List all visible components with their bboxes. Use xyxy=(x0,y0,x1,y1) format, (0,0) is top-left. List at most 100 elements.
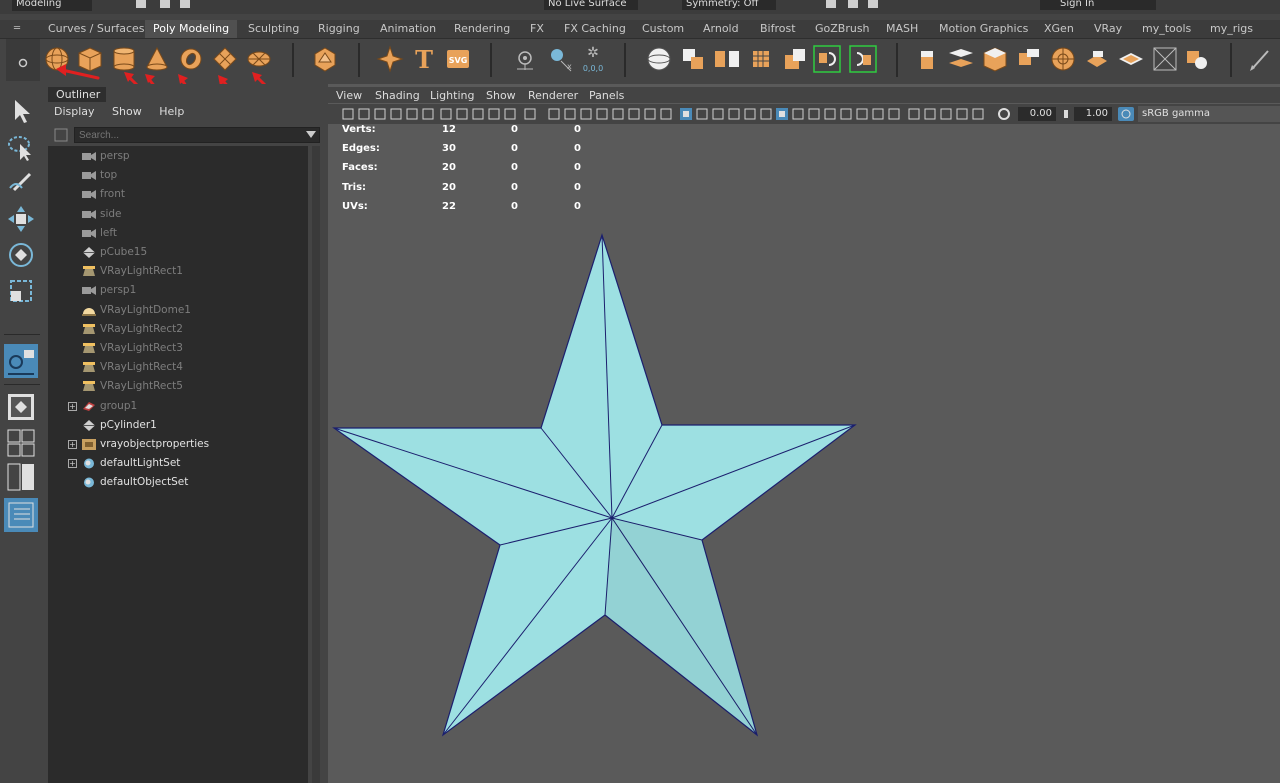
live-surface-field[interactable]: No Live Surface xyxy=(544,0,638,10)
filter-icon[interactable] xyxy=(54,128,68,142)
outliner-item[interactable]: VRayLightDome1 xyxy=(48,301,308,320)
outliner-item[interactable]: VRayLightRect2 xyxy=(48,320,308,339)
collapse-icon[interactable] xyxy=(1117,45,1145,73)
outliner-search-row xyxy=(50,127,320,145)
paint-select-icon[interactable] xyxy=(6,168,36,198)
outliner-search-input[interactable] xyxy=(74,127,320,143)
move-tool-icon[interactable] xyxy=(6,204,36,234)
viewport-panel[interactable]: View Shading Lighting Show Renderer Pane… xyxy=(328,84,1280,783)
expand-icon[interactable]: + xyxy=(68,401,77,411)
shelf-tab[interactable]: Rigging xyxy=(310,20,368,38)
conform-icon[interactable] xyxy=(849,45,877,73)
mesh-icon xyxy=(83,419,95,431)
star-shade xyxy=(605,518,757,735)
outliner-item[interactable]: persp xyxy=(48,147,308,166)
outliner-item[interactable]: VRayLightRect4 xyxy=(48,358,308,377)
connect-icon[interactable] xyxy=(1083,45,1111,73)
combine-icon[interactable] xyxy=(679,45,707,73)
platonic-solid-icon[interactable] xyxy=(311,45,339,73)
camera-icon xyxy=(82,228,96,238)
separate-icon[interactable] xyxy=(713,45,741,73)
select-tool-icon[interactable] xyxy=(6,96,36,126)
expand-icon[interactable]: + xyxy=(68,440,77,449)
star-mesh[interactable] xyxy=(328,84,1280,783)
outliner-item[interactable]: top xyxy=(48,166,308,185)
smooth-icon[interactable] xyxy=(645,45,673,73)
outliner-item-label: left xyxy=(100,226,118,239)
camera-icon xyxy=(82,209,96,219)
svg-tool-label: SVG xyxy=(449,56,468,65)
multi-cut-icon[interactable] xyxy=(1015,45,1043,73)
two-pane-icon[interactable] xyxy=(6,462,36,492)
rect-light-icon xyxy=(83,343,95,353)
mirror-icon[interactable] xyxy=(813,45,841,73)
scale-tool-icon[interactable] xyxy=(6,276,36,306)
outliner-menu-show[interactable]: Show xyxy=(112,105,142,118)
extract-icon[interactable] xyxy=(747,45,775,73)
booleans-icon[interactable] xyxy=(781,45,809,73)
chevron-down-icon[interactable] xyxy=(306,131,316,139)
shelf-tab[interactable]: my_rigs xyxy=(1202,20,1261,38)
expand-icon[interactable]: + xyxy=(68,459,77,469)
planar-map-icon[interactable] xyxy=(1183,45,1211,73)
symmetry-dropdown[interactable]: Symmetry: Off xyxy=(682,0,776,10)
extrude-icon[interactable] xyxy=(913,45,941,73)
lasso-tool-icon[interactable] xyxy=(6,132,36,162)
outliner-item[interactable]: VRayLightRect3 xyxy=(48,339,308,358)
outliner-item[interactable]: + group1 xyxy=(48,397,308,416)
outliner-menubar: Display Show Help xyxy=(54,105,198,119)
shelf-tab[interactable]: VRay xyxy=(1086,20,1130,38)
outliner-item-label: persp1 xyxy=(100,284,137,297)
shelf-tab[interactable]: XGen xyxy=(1036,20,1082,38)
shelf-tab[interactable]: Bifrost xyxy=(752,20,804,38)
shelf-tab[interactable]: Custom xyxy=(634,20,692,38)
outliner-item-label: top xyxy=(100,169,118,182)
center-pivot-icon[interactable]: x xyxy=(545,45,573,73)
shelf-tab[interactable]: my_tools xyxy=(1134,20,1199,38)
render-icon[interactable] xyxy=(848,0,858,8)
shelf-tab[interactable]: Arnold xyxy=(695,20,747,38)
four-pane-icon[interactable] xyxy=(6,428,36,458)
outliner-item[interactable]: defaultObjectSet xyxy=(48,473,308,492)
outliner-item[interactable]: + defaultLightSet xyxy=(48,454,308,473)
outliner-item[interactable]: VRayLightRect5 xyxy=(48,377,308,396)
shelf-tab[interactable]: Animation xyxy=(372,20,444,38)
outliner-item[interactable]: persp1 xyxy=(48,281,308,300)
last-tool-icon[interactable] xyxy=(4,344,38,378)
sweep-star-icon[interactable] xyxy=(376,45,404,73)
type-tool-icon[interactable]: T xyxy=(410,45,438,73)
shelf-tab[interactable]: GoZBrush xyxy=(807,20,878,38)
ipr-icon[interactable] xyxy=(868,0,878,8)
outliner-item[interactable]: pCube15 xyxy=(48,243,308,262)
outliner-layout-icon[interactable] xyxy=(4,498,38,532)
shelf-tab[interactable]: Rendering xyxy=(446,20,518,38)
set-icon xyxy=(84,458,94,469)
vray-props-icon xyxy=(82,439,96,450)
bridge-icon[interactable] xyxy=(947,45,975,73)
pencil-icon[interactable] xyxy=(1246,45,1274,73)
outliner-item[interactable]: front xyxy=(48,185,308,204)
outliner-scrollbar[interactable] xyxy=(312,146,320,783)
shelf-tab[interactable]: Motion Graphics xyxy=(931,20,1036,38)
shelf-tab[interactable]: FX Caching xyxy=(556,20,634,38)
uv-editor-icon[interactable] xyxy=(1151,45,1179,73)
rotate-tool-icon[interactable] xyxy=(6,240,36,270)
render-view-icon[interactable] xyxy=(826,0,836,8)
target-weld-icon[interactable] xyxy=(1049,45,1077,73)
bevel-icon[interactable] xyxy=(981,45,1009,73)
soft-select-icon[interactable] xyxy=(511,45,539,73)
shelf-tab[interactable]: FX xyxy=(522,20,552,38)
mesh-icon xyxy=(83,247,95,258)
outliner-item[interactable]: side xyxy=(48,205,308,224)
outliner-item[interactable]: left xyxy=(48,224,308,243)
freeze-transform-icon[interactable]: ✲ 0,0,0 xyxy=(579,45,607,73)
outliner-item[interactable]: + vrayobjectproperties xyxy=(48,435,308,454)
outliner-item[interactable]: pCylinder1 xyxy=(48,416,308,435)
outliner-menu-display[interactable]: Display xyxy=(54,105,95,118)
outliner-menu-help[interactable]: Help xyxy=(159,105,184,118)
outliner-item[interactable]: VRayLightRect1 xyxy=(48,262,308,281)
shelf-tab[interactable]: MASH xyxy=(878,20,926,38)
single-pane-icon[interactable] xyxy=(6,392,36,422)
sign-in-button[interactable]: Sign In xyxy=(1040,0,1156,10)
svg-tool-icon[interactable]: SVG xyxy=(444,45,472,73)
